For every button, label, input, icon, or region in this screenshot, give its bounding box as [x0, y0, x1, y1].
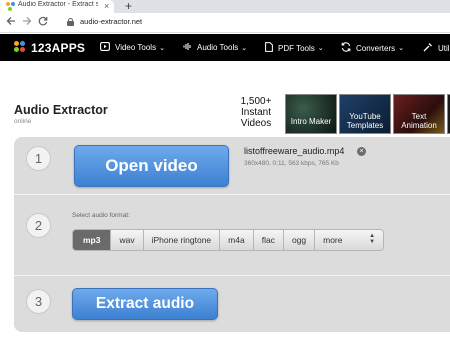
more-label: more	[323, 235, 343, 245]
site-nav: 123APPS Video Tools ⌄ Audio Tools ⌄ PDF …	[0, 34, 450, 61]
promo-label: Intro Maker	[290, 117, 332, 126]
format-option-wav[interactable]: wav	[111, 230, 144, 250]
nav-video-tools[interactable]: Video Tools ⌄	[100, 42, 165, 53]
forward-icon[interactable]	[22, 16, 32, 30]
format-label: Select audio format:	[72, 212, 130, 219]
new-tab-button[interactable]: +	[125, 0, 132, 13]
lock-icon	[67, 18, 74, 26]
file-info: 360x480, 0:11, 563 kbps, 765 Kb	[244, 160, 339, 167]
extract-audio-button[interactable]: Extract audio	[72, 288, 218, 320]
logo[interactable]: 123APPS	[14, 40, 85, 55]
logo-icon	[14, 40, 28, 55]
chevron-down-icon: ⌄	[398, 45, 404, 52]
step-number: 1	[26, 146, 51, 171]
nav-label: Utili	[438, 43, 450, 53]
nav-label: PDF Tools	[278, 43, 315, 53]
browser-tab[interactable]: Audio Extractor - Extract sound fr ×	[0, 0, 114, 13]
format-option-mp3[interactable]: mp3	[73, 230, 112, 250]
step-number: 3	[26, 289, 51, 314]
format-option-m4a[interactable]: m4a	[220, 230, 254, 250]
video-icon	[100, 42, 110, 53]
tab-title: Audio Extractor - Extract sound fr	[18, 1, 98, 8]
nav-label: Video Tools	[115, 43, 157, 52]
url-text: audio-extractor.net	[80, 17, 143, 26]
chevron-down-icon: ⌄	[241, 44, 248, 52]
chevron-down-icon: ⌄	[159, 44, 165, 52]
nav-audio-tools[interactable]: Audio Tools ⌄	[183, 42, 247, 53]
nav-label: Converters	[356, 43, 396, 53]
url-input[interactable]: audio-extractor.net	[62, 15, 450, 30]
document-icon	[265, 42, 273, 54]
nav-label: Audio Tools	[197, 43, 239, 52]
audio-wave-icon	[183, 42, 192, 53]
nav-utilities[interactable]: Utili	[423, 42, 450, 54]
format-option-iphone-ringtone[interactable]: iPhone ringtone	[144, 230, 221, 250]
format-option-flac[interactable]: flac	[254, 230, 284, 250]
nav-converters[interactable]: Converters ⌄	[341, 42, 404, 54]
back-icon[interactable]	[6, 16, 16, 30]
step-divider	[14, 275, 450, 276]
favicon-icon	[6, 2, 15, 11]
step-number: 2	[26, 213, 51, 238]
logo-text: 123APPS	[31, 40, 86, 55]
format-more-dropdown[interactable]: more ▲ ▼	[315, 230, 383, 250]
nav-pdf-tools[interactable]: PDF Tools ⌄	[265, 42, 324, 54]
page-title: Audio Extractor	[14, 103, 108, 117]
sort-arrows-icon: ▲ ▼	[369, 233, 376, 245]
page-subtitle: online	[14, 118, 32, 125]
promo-youtube-templates[interactable]: YouTube Templates	[339, 94, 391, 134]
reload-icon[interactable]	[38, 16, 48, 30]
promo-intro-maker[interactable]: Intro Maker	[285, 94, 337, 134]
promo-text-animation[interactable]: Text Animation	[393, 94, 445, 134]
format-selector: mp3 wav iPhone ringtone m4a flac ogg mor…	[72, 229, 385, 251]
promo-label: Text Animation	[401, 112, 437, 130]
remove-file-icon[interactable]: ×	[357, 147, 366, 156]
convert-icon	[341, 42, 351, 54]
promo-headline: 1,500+ Instant Videos	[240, 96, 272, 129]
address-bar: audio-extractor.net	[0, 13, 450, 33]
promo-label: YouTube Templates	[346, 112, 384, 130]
file-name: listoffreeware_audio.mp4	[244, 146, 345, 156]
browser-tab-bar: Audio Extractor - Extract sound fr × +	[0, 0, 450, 13]
chevron-down-icon: ⌄	[317, 45, 324, 52]
tools-icon	[423, 42, 433, 54]
step-divider	[14, 194, 450, 195]
format-option-ogg[interactable]: ogg	[284, 230, 316, 250]
open-video-button[interactable]: Open video	[74, 145, 229, 187]
tab-close-icon[interactable]: ×	[104, 0, 109, 12]
